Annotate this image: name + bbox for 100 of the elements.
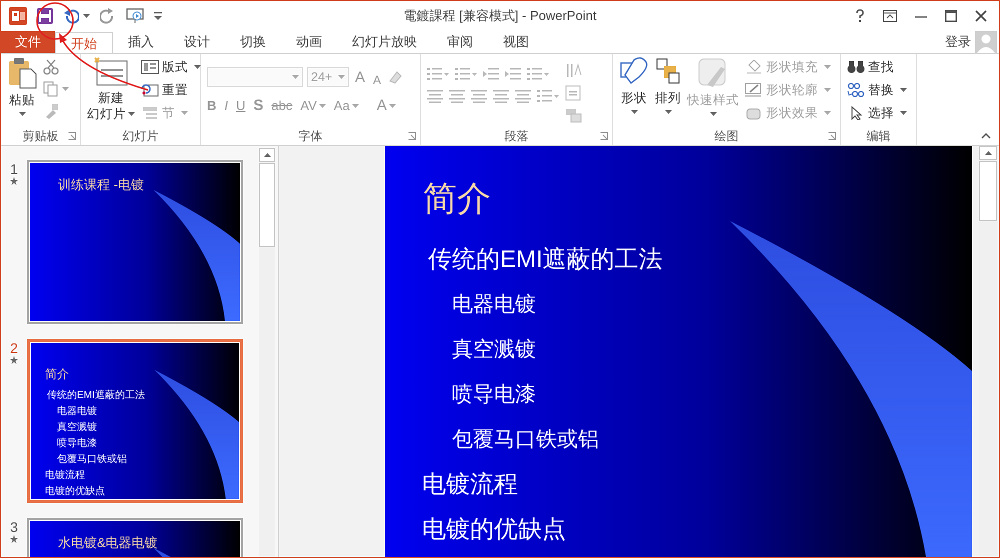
- group-label: 绘图: [714, 128, 738, 144]
- slide-thumbnail[interactable]: 水电镀&电器电镀: [27, 518, 243, 557]
- ribbon-button[interactable]: 替换: [847, 80, 907, 100]
- collapse-ribbon-icon[interactable]: [981, 133, 991, 139]
- customize-menu-icon[interactable]: [154, 12, 162, 20]
- caret-icon: [664, 110, 672, 114]
- caret-icon: [181, 111, 188, 115]
- ribbon-large-button[interactable]: 形状: [619, 57, 649, 114]
- scrollbar-thumb[interactable]: [259, 163, 275, 247]
- slide-number: 3: [10, 519, 18, 535]
- caret-icon: [388, 104, 396, 108]
- ribbon-large-button[interactable]: 粘贴: [7, 57, 37, 116]
- ribbon-tab[interactable]: 设计: [169, 31, 225, 53]
- caret-icon: [900, 111, 907, 115]
- copy-icon[interactable]: [43, 81, 59, 97]
- decrease-indent-icon[interactable]: [483, 67, 499, 81]
- dialog-launcher-icon[interactable]: [828, 132, 836, 140]
- ribbon-button[interactable]: 版式: [141, 57, 201, 77]
- animation-star-icon: [10, 356, 18, 364]
- slide-thumbnail[interactable]: 训练课程 -电镀: [27, 160, 243, 324]
- animation-star-icon: [10, 177, 18, 185]
- caret-icon: [318, 104, 326, 108]
- line-spacing-icon[interactable]: [527, 67, 549, 81]
- ribbon-large-button[interactable]: 排列: [655, 57, 681, 114]
- justify-icon[interactable]: [493, 89, 509, 103]
- clipboard-icon: [7, 57, 37, 89]
- scroll-up-icon[interactable]: [264, 153, 270, 157]
- slide-title: 水电镀&电器电镀: [58, 534, 158, 552]
- paint-bucket-icon: [745, 60, 763, 74]
- numbering-icon[interactable]: [455, 67, 477, 81]
- pen-outline-icon: [745, 83, 763, 97]
- slide-bullet: 电镀流程: [421, 470, 518, 500]
- slide-sub-bullet: 真空溅镀: [451, 337, 536, 363]
- new-slide-icon: [93, 57, 129, 87]
- ribbon-tab[interactable]: 动画: [281, 31, 337, 53]
- save-icon[interactable]: [37, 8, 53, 24]
- increase-indent-icon[interactable]: [505, 67, 521, 81]
- bullets-icon[interactable]: [427, 67, 449, 81]
- align-right-icon[interactable]: [471, 89, 487, 103]
- ribbon-tab[interactable]: 切换: [225, 31, 281, 53]
- caret-icon: [128, 112, 135, 116]
- maximize-icon[interactable]: [945, 10, 957, 22]
- ribbon-tab[interactable]: 插入: [113, 31, 169, 53]
- ribbon-tab[interactable]: 审阅: [432, 31, 488, 53]
- slide-sub-bullet: 喷导电漆: [451, 382, 536, 408]
- redo-icon[interactable]: [100, 8, 116, 24]
- caret-icon: [338, 75, 345, 79]
- slide-title: 简介: [45, 366, 69, 383]
- group-label: 幻灯片: [122, 128, 158, 144]
- slide-bullet: 传统的EMI遮蔽的工法: [46, 388, 145, 403]
- slide-bullet: 电镀的优缺点: [44, 484, 105, 499]
- powerpoint-logo-icon[interactable]: [9, 6, 27, 24]
- columns-icon[interactable]: [537, 89, 559, 103]
- group-label: 段落: [504, 128, 528, 144]
- group-label: 剪贴板: [22, 128, 58, 144]
- slide-title: 训练课程 -电镀: [58, 176, 144, 194]
- ribbon-large-button[interactable]: 新建 幻灯片: [87, 57, 135, 122]
- avatar-icon[interactable]: [975, 30, 997, 52]
- ribbon-button[interactable]: 重置: [141, 80, 201, 100]
- ribbon-tab[interactable]: 幻灯片放映: [337, 31, 432, 53]
- slide-sub-bullet: 电器电镀: [56, 404, 97, 419]
- slide-sub-bullet: 喷导电漆: [56, 436, 97, 451]
- caret-icon: [630, 110, 638, 114]
- ribbon-display-icon[interactable]: [883, 10, 897, 22]
- caret-icon: [824, 111, 831, 115]
- distributed-icon[interactable]: [515, 89, 531, 103]
- slideshow-icon[interactable]: [126, 8, 144, 24]
- shape-effects-icon: [745, 106, 763, 120]
- caret-icon: [900, 88, 907, 92]
- binoculars-icon: [847, 60, 865, 74]
- scroll-up-icon[interactable]: [984, 151, 992, 155]
- layout-icon: [141, 60, 159, 74]
- caret-icon: [18, 112, 26, 116]
- dialog-launcher-icon[interactable]: [408, 132, 416, 140]
- align-center-icon[interactable]: [449, 89, 465, 103]
- caret-icon: [62, 87, 69, 91]
- caret-icon: [352, 104, 359, 108]
- align-left-icon[interactable]: [427, 89, 443, 103]
- group-label: 编辑: [866, 128, 890, 144]
- dialog-launcher-icon[interactable]: [600, 132, 608, 140]
- ribbon-button[interactable]: 查找: [847, 57, 907, 77]
- slide-number: 1: [10, 161, 18, 177]
- slide-sub-bullet: 包覆马口铁或铝: [451, 427, 599, 453]
- shapes-icon: [619, 57, 649, 87]
- dialog-launcher-icon[interactable]: [68, 132, 76, 140]
- undo-icon[interactable]: [63, 8, 79, 24]
- ribbon-tab[interactable]: 视图: [488, 31, 544, 53]
- ribbon-button[interactable]: 选择: [847, 103, 907, 123]
- cut-icon[interactable]: [43, 59, 59, 75]
- slide-thumbnail[interactable]: 简介 传统的EMI遮蔽的工法 电器电镀 真空溅镀 喷导电漆 包覆马口铁或铝 电镀流程 电镀的优缺点: [27, 339, 243, 503]
- sign-in-link[interactable]: 登录: [945, 32, 971, 52]
- clear-formatting-icon[interactable]: [387, 69, 404, 85]
- scrollbar-thumb[interactable]: [979, 161, 997, 221]
- caret-icon: [83, 14, 90, 18]
- help-icon[interactable]: [855, 8, 865, 22]
- slide-bullet: 传统的EMI遮蔽的工法: [427, 245, 663, 275]
- close-icon[interactable]: [975, 10, 987, 22]
- ribbon-tab[interactable]: 文件: [1, 31, 55, 53]
- slide-bullet: 电镀的优缺点: [421, 515, 566, 545]
- caret-icon: [710, 112, 716, 116]
